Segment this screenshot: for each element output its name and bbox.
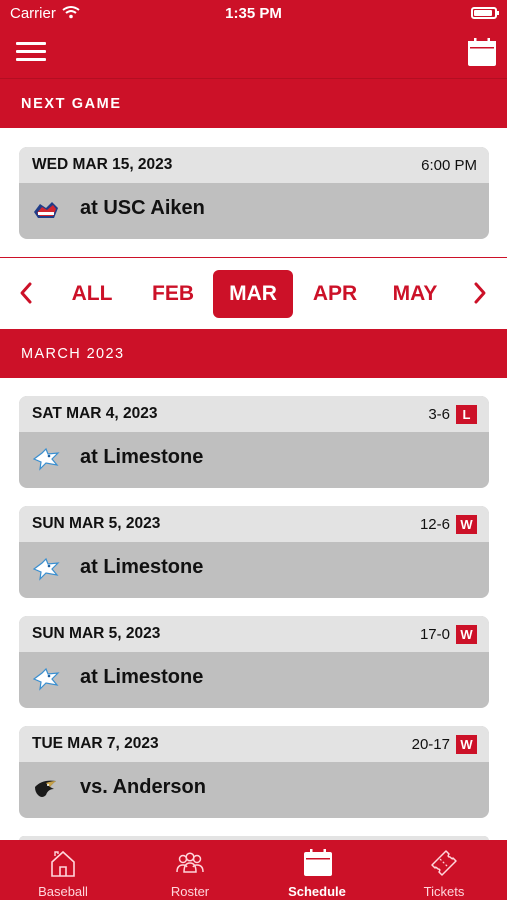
header-divider	[0, 78, 507, 79]
game-date: SUN MAR 5, 2023	[32, 515, 161, 532]
game-result: 12-6 W	[420, 513, 477, 535]
game-result: 20-17 W	[412, 733, 477, 755]
month-section-header: MARCH 2023	[0, 329, 507, 378]
section-title: MARCH 2023	[21, 346, 125, 362]
status-bar: Carrier 1:35 PM	[0, 0, 507, 28]
game-card[interactable]: SUN MAR 5, 2023 12-6 W at Limestone	[19, 506, 489, 598]
tab-tickets[interactable]: Tickets	[381, 840, 507, 900]
tab-label: Tickets	[423, 884, 465, 899]
result-badge: W	[456, 734, 477, 754]
limestone-logo	[32, 667, 60, 691]
month-tab-feb[interactable]: FEB	[133, 270, 213, 318]
game-time: 6:00 PM	[421, 154, 477, 176]
month-selector: ALL FEB MAR APR MAY	[0, 258, 507, 329]
anderson-logo	[35, 780, 56, 797]
status-time: 1:35 PM	[225, 5, 282, 22]
tab-baseball[interactable]: Baseball	[0, 840, 126, 900]
calendar-icon	[304, 849, 332, 876]
game-time-text: 6:00 PM	[421, 156, 477, 174]
ticket-icon	[431, 850, 457, 876]
limestone-logo	[32, 557, 60, 581]
battery-fill	[474, 10, 492, 16]
game-score: 12-6	[419, 515, 450, 533]
game-card[interactable]: SAT MAR 4, 2023 3-6 L at Limestone	[19, 396, 489, 488]
game-date: SUN MAR 5, 2023	[32, 625, 161, 642]
game-date: WED MAR 15, 2023	[32, 156, 173, 173]
top-header: Carrier 1:35 PM NEXT GAME	[0, 0, 507, 128]
chevron-right-icon[interactable]	[470, 279, 490, 307]
tab-schedule[interactable]: Schedule	[254, 840, 380, 900]
hamburger-menu-icon[interactable]	[16, 42, 46, 62]
game-score: 20-17	[411, 735, 450, 753]
next-game-label: NEXT GAME	[21, 96, 122, 112]
tab-label: Roster	[170, 884, 210, 899]
usc-aiken-logo	[34, 202, 58, 218]
month-tab-mar[interactable]: MAR	[213, 270, 293, 318]
month-tab-all[interactable]: ALL	[52, 270, 132, 318]
game-date: TUE MAR 7, 2023	[32, 735, 159, 752]
result-badge: W	[456, 624, 477, 644]
game-card[interactable]: SUN MAR 5, 2023 17-0 W at Limestone	[19, 616, 489, 708]
chevron-left-icon[interactable]	[16, 279, 36, 307]
limestone-logo	[32, 447, 60, 471]
people-icon	[176, 852, 204, 873]
bottom-tab-bar: Baseball Roster Schedule Tickets	[0, 840, 507, 900]
tab-label: Baseball	[38, 884, 88, 899]
opponent-name: at Limestone	[80, 666, 204, 688]
month-tab-apr[interactable]: APR	[295, 270, 375, 318]
home-icon	[51, 850, 75, 877]
game-result: 17-0 W	[420, 623, 477, 645]
result-badge: L	[456, 404, 477, 424]
opponent-name: at USC Aiken	[80, 197, 205, 219]
game-score: 3-6	[428, 405, 450, 423]
tab-roster[interactable]: Roster	[127, 840, 253, 900]
opponent-name: vs. Anderson	[80, 776, 206, 798]
next-game-card[interactable]: WED MAR 15, 2023 6:00 PM at USC Aiken	[19, 147, 489, 239]
battery-icon	[471, 7, 499, 19]
opponent-name: at Limestone	[80, 556, 204, 578]
game-score: 17-0	[419, 625, 450, 643]
game-result: 3-6 L	[428, 403, 477, 425]
result-badge: W	[456, 514, 477, 534]
game-date: SAT MAR 4, 2023	[32, 405, 158, 422]
game-card[interactable]: TUE MAR 7, 2023 20-17 W vs. Anderson	[19, 726, 489, 818]
month-tab-may[interactable]: MAY	[375, 270, 455, 318]
calendar-icon[interactable]	[467, 37, 497, 67]
opponent-name: at Limestone	[80, 446, 204, 468]
tab-label: Schedule	[288, 884, 346, 899]
